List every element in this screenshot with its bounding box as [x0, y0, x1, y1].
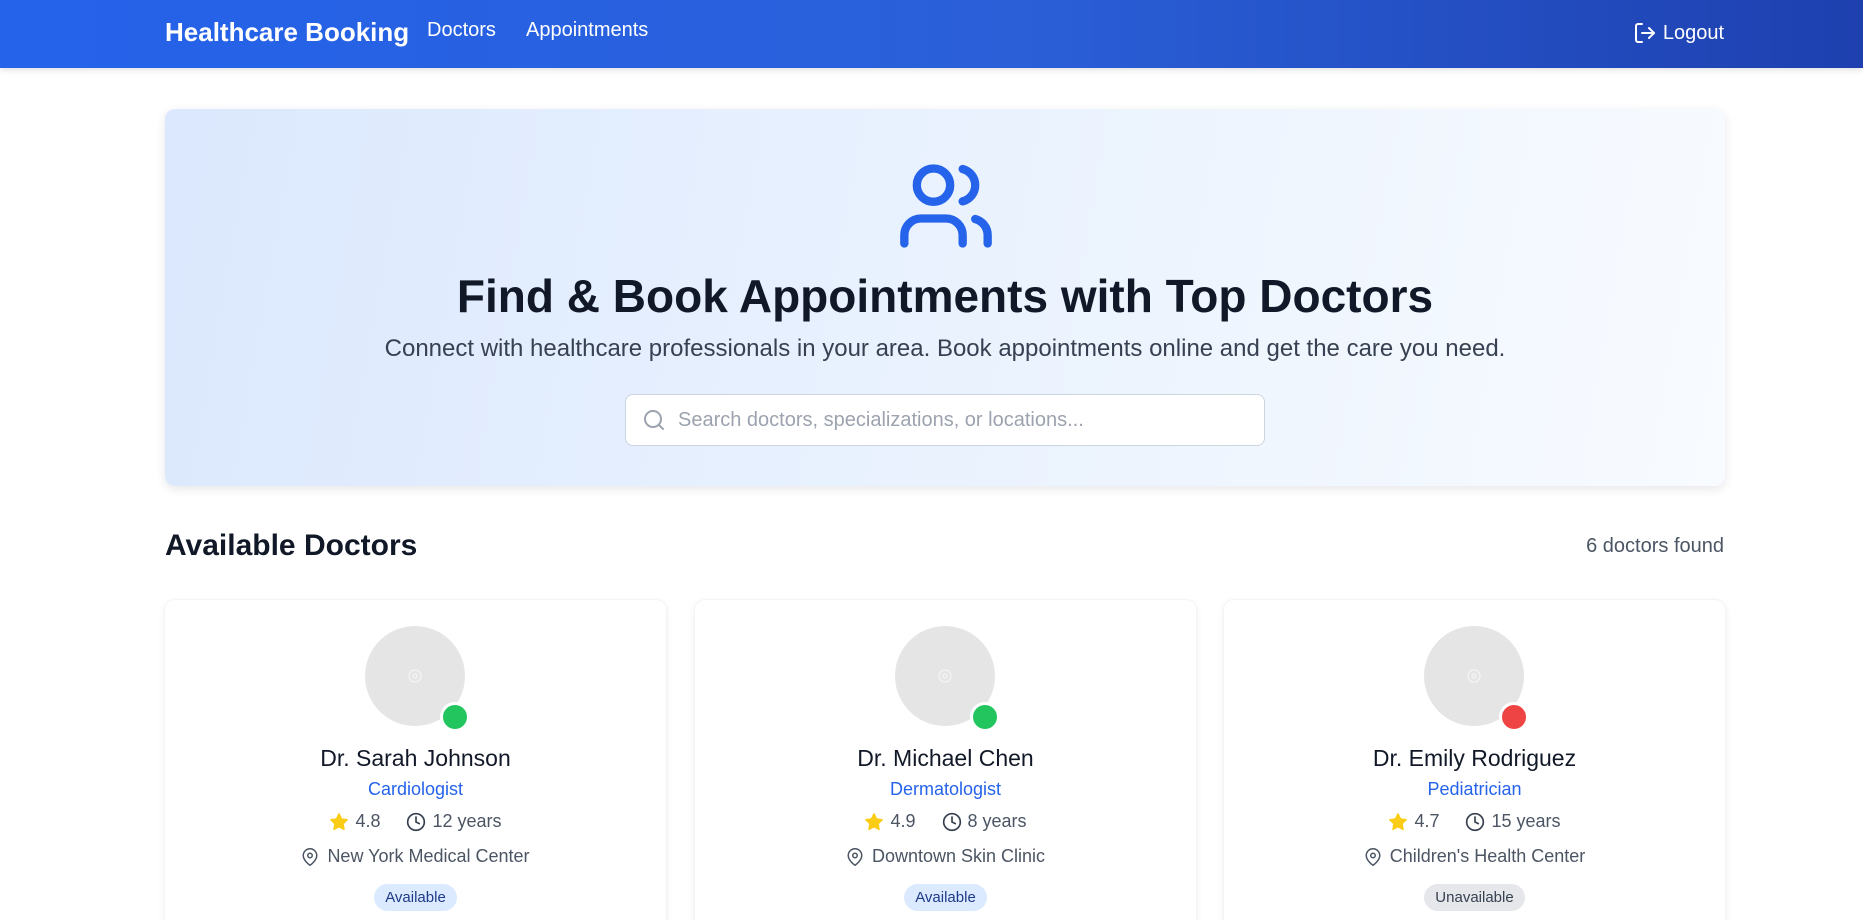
doctor-location-text: New York Medical Center	[327, 846, 530, 866]
online-status-dot	[440, 702, 470, 732]
clock-icon	[942, 812, 961, 831]
doctor-location: New York Medical Center	[165, 846, 666, 867]
logout-label: Logout	[1662, 21, 1724, 44]
map-pin-icon	[847, 847, 863, 866]
doctor-experience: 15 years	[1491, 811, 1561, 831]
search-box[interactable]	[625, 394, 1265, 446]
doctor-card[interactable]: Dr. Sarah Johnson Cardiologist 4.8 12 ye…	[165, 600, 666, 920]
doctor-experience: 12 years	[432, 811, 502, 831]
image-placeholder-icon	[408, 669, 422, 683]
top-nav-bar: Healthcare Booking Doctors Appointments …	[0, 0, 1863, 68]
doctor-rating: 4.8	[355, 811, 381, 831]
doctor-name: Dr. Michael Chen	[857, 745, 1034, 771]
doctor-rating: 4.9	[890, 811, 916, 831]
doctor-specialization: Cardiologist	[367, 779, 464, 799]
hero-banner: Find & Book Appointments with Top Doctor…	[165, 109, 1725, 486]
star-icon	[330, 812, 349, 830]
image-placeholder-icon	[938, 669, 952, 683]
users-icon	[900, 164, 992, 248]
clock-icon	[1466, 812, 1485, 831]
doctor-experience: 8 years	[967, 811, 1027, 831]
avatar	[895, 626, 1000, 732]
section-title: Available Doctors	[165, 529, 418, 562]
availability-badge: Unavailable	[1424, 884, 1525, 911]
doctor-location: Downtown Skin Clinic	[695, 846, 1196, 867]
nav-link-appointments[interactable]: Appointments	[526, 19, 648, 42]
hero-title: Find & Book Appointments with Top Doctor…	[456, 270, 1434, 322]
doctor-card[interactable]: Dr. Emily Rodriguez Pediatrician 4.7 15 …	[1224, 600, 1725, 920]
availability-badge: Available	[904, 884, 987, 911]
doctor-meta: 4.8 12 years	[165, 811, 666, 832]
doctor-meta: 4.9 8 years	[695, 811, 1196, 832]
online-status-dot	[970, 702, 1000, 732]
hero-subtitle: Connect with healthcare professionals in…	[384, 335, 1506, 362]
image-placeholder-icon	[1467, 669, 1481, 683]
doctor-name: Dr. Sarah Johnson	[320, 745, 511, 771]
availability-badge: Available	[374, 884, 457, 911]
avatar	[1424, 626, 1529, 732]
star-icon	[865, 812, 884, 830]
logout-icon	[1634, 23, 1655, 43]
map-pin-icon	[1365, 847, 1381, 866]
logout-button[interactable]: Logout	[1633, 19, 1724, 47]
avatar	[365, 626, 470, 732]
doctor-count: 6 doctors found	[1586, 535, 1724, 557]
doctor-card[interactable]: Dr. Michael Chen Dermatologist 4.9 8 yea…	[695, 600, 1196, 920]
brand-title[interactable]: Healthcare Booking	[165, 17, 409, 48]
doctor-name: Dr. Emily Rodriguez	[1372, 745, 1577, 771]
doctor-specialization: Dermatologist	[889, 779, 1002, 799]
map-pin-icon	[302, 847, 318, 866]
doctor-location: Children's Health Center	[1224, 846, 1725, 867]
doctor-meta: 4.7 15 years	[1224, 811, 1725, 832]
clock-icon	[407, 812, 426, 831]
offline-status-dot	[1499, 702, 1529, 732]
doctor-location-text: Children's Health Center	[1389, 846, 1586, 866]
nav-link-doctors[interactable]: Doctors	[427, 19, 496, 42]
doctor-specialization: Pediatrician	[1427, 779, 1522, 799]
star-icon	[1389, 812, 1408, 830]
doctor-rating: 4.7	[1414, 811, 1440, 831]
search-input[interactable]	[678, 408, 1238, 432]
doctor-location-text: Downtown Skin Clinic	[871, 846, 1046, 866]
search-icon	[644, 410, 664, 430]
